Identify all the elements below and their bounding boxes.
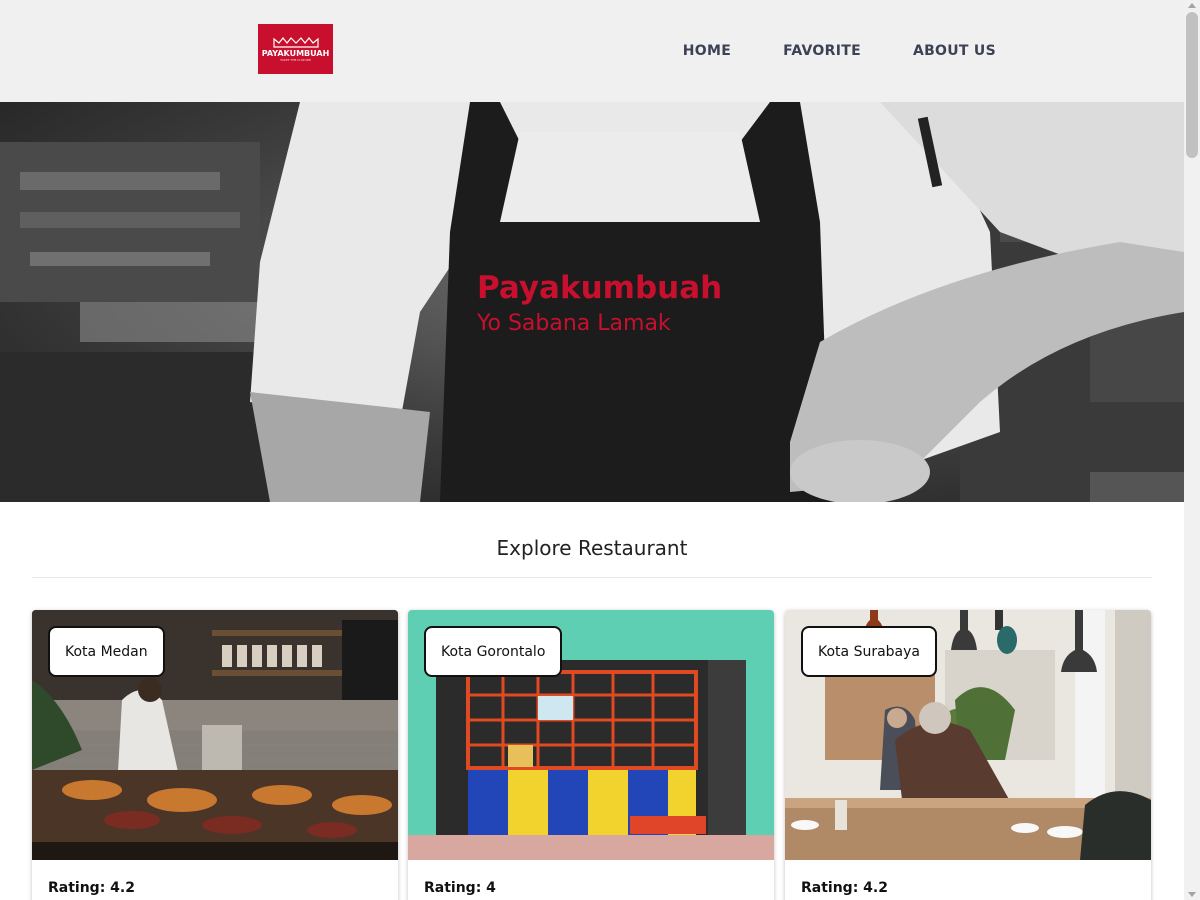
restaurant-card[interactable]: Kota Medan Rating: 4.2 — [32, 610, 398, 900]
rating-text: Rating: 4 — [424, 880, 496, 896]
explore-heading: Explore Restaurant — [496, 536, 688, 560]
logo-text: PAYAKUMBUAH — [261, 49, 330, 58]
logo-crown-icon — [272, 37, 319, 48]
scroll-down-arrow-icon[interactable] — [1188, 892, 1196, 897]
rating-text: Rating: 4.2 — [801, 880, 888, 896]
site-header: PAYAKUMBUAH TASTE THE CULTURE HOME FAVOR… — [0, 0, 1184, 102]
hero-banner: Payakumbuah Yo Sabana Lamak — [0, 102, 1184, 502]
city-badge: Kota Surabaya — [801, 626, 937, 677]
main-nav: HOME FAVORITE ABOUT US — [657, 0, 1022, 102]
hero-subtitle: Yo Sabana Lamak — [477, 311, 671, 336]
restaurant-card[interactable]: Kota Surabaya Rating: 4.2 — [785, 610, 1151, 900]
hero-title: Payakumbuah — [477, 270, 723, 306]
brand-logo[interactable]: PAYAKUMBUAH TASTE THE CULTURE — [258, 24, 333, 74]
nav-about-us-link[interactable]: ABOUT US — [887, 43, 1022, 59]
restaurant-card[interactable]: Kota Gorontalo Rating: 4 — [408, 610, 774, 900]
page-scrollbar[interactable] — [1184, 0, 1200, 900]
rating-text: Rating: 4.2 — [48, 880, 135, 896]
logo-subtext: TASTE THE CULTURE — [280, 58, 311, 62]
section-divider — [32, 577, 1152, 578]
city-badge: Kota Gorontalo — [424, 626, 563, 677]
nav-favorite-link[interactable]: FAVORITE — [757, 43, 887, 59]
scroll-up-arrow-icon[interactable] — [1188, 3, 1196, 8]
city-badge: Kota Medan — [48, 626, 165, 677]
nav-home-link[interactable]: HOME — [657, 43, 757, 59]
scroll-thumb[interactable] — [1186, 12, 1198, 158]
